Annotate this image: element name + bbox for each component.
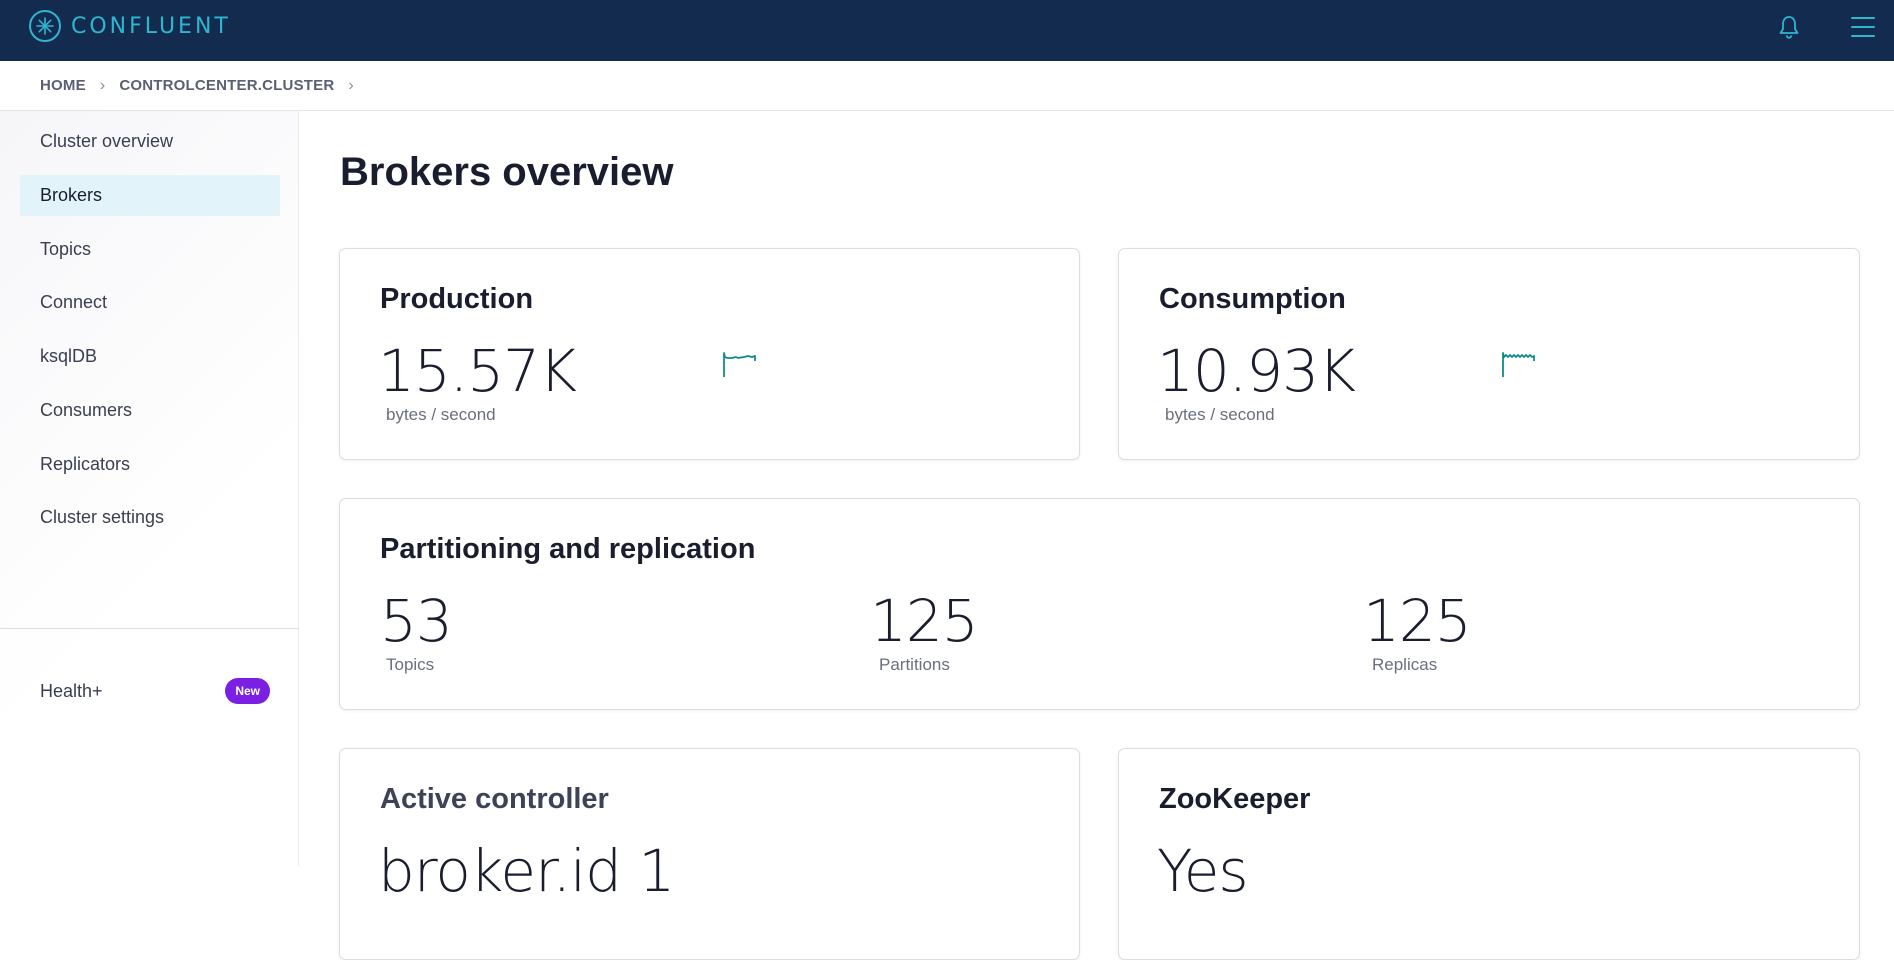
zookeeper-title: ZooKeeper: [1159, 783, 1311, 815]
production-card[interactable]: Production 15.57K bytes / second: [339, 248, 1080, 460]
confluent-logo-icon: [29, 10, 61, 42]
partitioning-title: Partitioning and replication: [380, 533, 756, 565]
sidebar-item-ksqldb[interactable]: ksqlDB: [20, 336, 280, 377]
production-value: 15.57K: [378, 337, 577, 405]
sidebar-item-replicators[interactable]: Replicators: [20, 444, 280, 485]
sidebar: Cluster overview Brokers Topics Connect …: [0, 111, 299, 866]
new-badge: New: [225, 678, 270, 704]
zookeeper-value: Yes: [1157, 837, 1249, 905]
breadcrumb-separator: ›: [348, 76, 354, 94]
top-navigation-bar: CONFLUENT: [0, 0, 1894, 61]
brand-name: CONFLUENT: [71, 13, 231, 39]
production-unit: bytes / second: [386, 405, 496, 424]
sidebar-item-cluster-settings[interactable]: Cluster settings: [20, 497, 280, 538]
zookeeper-card[interactable]: ZooKeeper Yes: [1118, 748, 1860, 960]
confluent-logo[interactable]: CONFLUENT: [29, 10, 231, 42]
partitions-label: Partitions: [879, 655, 950, 674]
partitioning-card[interactable]: Partitioning and replication 53 Topics 1…: [339, 498, 1860, 710]
consumption-card[interactable]: Consumption 10.93K bytes / second: [1118, 248, 1860, 460]
consumption-value: 10.93K: [1157, 337, 1356, 405]
sidebar-item-cluster-overview[interactable]: Cluster overview: [20, 121, 280, 162]
active-controller-card[interactable]: Active controller broker.id 1: [339, 748, 1080, 960]
production-sparkline: [723, 352, 756, 377]
health-plus-label: Health+: [40, 680, 103, 701]
breadcrumb-cluster[interactable]: CONTROLCENTER.CLUSTER: [119, 77, 334, 94]
sidebar-item-topics[interactable]: Topics: [20, 229, 280, 270]
sidebar-item-consumers[interactable]: Consumers: [20, 390, 280, 431]
replicas-label: Replicas: [1372, 655, 1438, 674]
breadcrumb-separator: ›: [99, 76, 106, 94]
topics-count: 53: [380, 587, 453, 655]
consumption-unit: bytes / second: [1165, 405, 1275, 424]
sidebar-divider: [0, 628, 299, 629]
bell-icon[interactable]: [1774, 12, 1804, 42]
hamburger-menu-icon[interactable]: [1848, 12, 1878, 42]
sidebar-item-connect[interactable]: Connect: [20, 282, 280, 323]
consumption-sparkline: [1502, 352, 1535, 377]
consumption-title: Consumption: [1159, 283, 1346, 315]
production-title: Production: [380, 283, 534, 315]
active-controller-title: Active controller: [380, 783, 609, 815]
replicas-count: 125: [1363, 587, 1472, 655]
partitions-count: 125: [870, 587, 979, 655]
page-title: Brokers overview: [340, 150, 674, 194]
active-controller-value: broker.id 1: [378, 837, 675, 905]
breadcrumb: HOME › CONTROLCENTER.CLUSTER ›: [0, 61, 1894, 111]
topics-label: Topics: [386, 655, 435, 674]
sidebar-item-health-plus[interactable]: Health+ New: [20, 671, 280, 711]
breadcrumb-home[interactable]: HOME: [40, 77, 86, 94]
sidebar-item-brokers[interactable]: Brokers: [20, 175, 280, 216]
